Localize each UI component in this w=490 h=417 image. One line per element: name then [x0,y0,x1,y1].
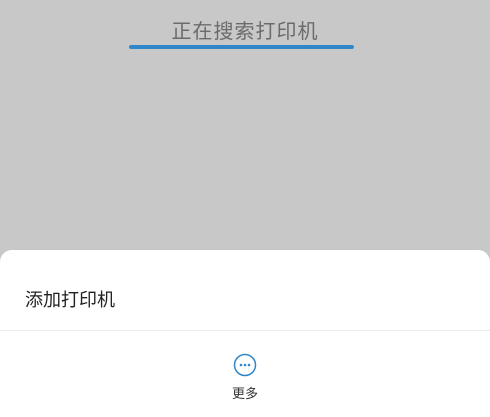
more-label: 更多 [231,387,258,402]
add-printer-label: 添加打印机 [25,290,115,311]
sheet-divider [0,330,490,331]
add-printer-item[interactable]: 添加打印机 [0,250,490,330]
more-horizontal-circle-icon [233,353,257,377]
overlay-background: 正在搜索打印机 [0,0,490,250]
search-status-text: 正在搜索打印机 [171,19,319,43]
more-button[interactable]: 更多 [215,350,275,405]
search-progress-bar [129,45,354,49]
bottom-sheet: 添加打印机 更多 [0,250,490,417]
search-progress-fill [129,45,354,49]
